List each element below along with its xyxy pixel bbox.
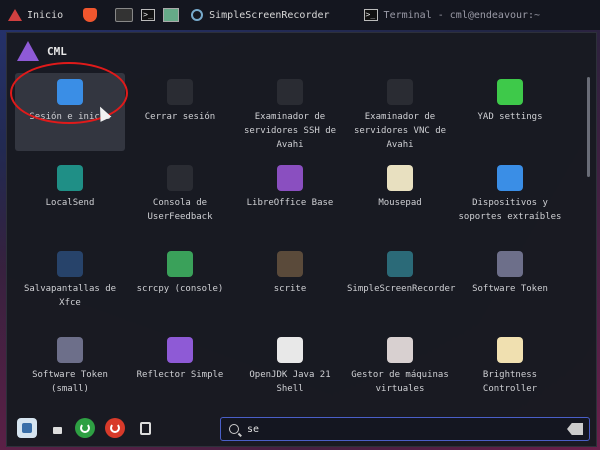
reflector-simple-icon: [167, 337, 193, 363]
app-label: LocalSend: [45, 198, 95, 208]
lock-screen-button[interactable]: [47, 418, 67, 438]
simplescreenrecorder-task-icon: [191, 9, 204, 21]
app-label: Mousepad: [378, 198, 422, 208]
clear-search-icon[interactable]: [567, 423, 583, 435]
avahi-ssh-icon: [277, 79, 303, 105]
app-label: Salvapantallas de Xfce: [23, 284, 117, 308]
localsend-icon: [57, 165, 83, 191]
app-label: OpenJDK Java 21 Shell: [249, 370, 331, 394]
app-grid: Sesión e inicio Cerrar sesión Examinador d…: [15, 73, 575, 411]
libreoffice-base-icon: [277, 165, 303, 191]
app-launcher-item[interactable]: YAD settings: [455, 73, 565, 124]
app-label: Examinador de servidores VNC de Avahi: [353, 112, 447, 150]
app-launcher-item[interactable]: Reflector Simple: [125, 331, 235, 382]
app-launcher-item[interactable]: Cerrar sesión: [125, 73, 235, 124]
restart-icon: [80, 423, 90, 433]
app-launcher-item[interactable]: LibreOffice Base: [235, 159, 345, 210]
openjdk-icon: [277, 337, 303, 363]
app-label: Cerrar sesión: [144, 112, 216, 122]
mousepad-icon: [387, 165, 413, 191]
userfeedback-icon: [167, 165, 193, 191]
brave-browser-icon[interactable]: [83, 8, 98, 22]
logout-button[interactable]: [135, 418, 155, 438]
app-label: Consola de UserFeedback: [147, 198, 213, 222]
menu-bottom-bar: [7, 410, 596, 446]
search-input[interactable]: [245, 422, 559, 436]
menu-logo-icon: [8, 9, 22, 21]
taskbar: Inicio >_ SimpleScreenRecorder >_ Termin…: [0, 0, 600, 30]
app-label: Software Token: [472, 284, 548, 294]
restart-button[interactable]: [75, 418, 95, 438]
settings-icon: [22, 423, 32, 433]
start-label: Inicio: [27, 9, 64, 21]
app-label: scrcpy (console): [136, 284, 224, 294]
app-label: Gestor de máquinas virtuales: [351, 370, 449, 394]
app-label: SimpleScreenRecorder: [347, 284, 456, 294]
cml-logo-icon: [17, 41, 39, 61]
shutdown-button[interactable]: [105, 418, 125, 438]
scrcpy-icon: [167, 251, 193, 277]
task-label: SimpleScreenRecorder: [209, 9, 330, 21]
scrite-icon: [277, 251, 303, 277]
settings-manager-button[interactable]: [17, 418, 37, 438]
app-label: Reflector Simple: [136, 370, 224, 380]
app-launcher-item[interactable]: Mousepad: [345, 159, 455, 210]
menu-header: CML: [17, 41, 67, 61]
lock-icon: [52, 427, 62, 434]
app-launcher-item[interactable]: Software Token: [455, 245, 565, 296]
app-launcher-item[interactable]: LocalSend: [15, 159, 125, 210]
app-launcher-item[interactable]: SimpleScreenRecorder: [345, 245, 455, 296]
usb-devices-icon: [497, 165, 523, 191]
terminal-launcher-icon[interactable]: >_: [141, 9, 156, 21]
app-label: scrite: [273, 284, 307, 294]
app-label: Examinador de servidores SSH de Avahi: [243, 112, 337, 150]
software-token-icon: [497, 251, 523, 277]
app-launcher-item[interactable]: scrite: [235, 245, 345, 296]
terminal-task-icon: >_: [363, 9, 378, 21]
app-launcher-item[interactable]: scrcpy (console): [125, 245, 235, 296]
logout-icon: [139, 421, 151, 435]
task-simplescreenrecorder[interactable]: SimpleScreenRecorder: [185, 0, 335, 30]
app-launcher-item[interactable]: Dispositivos y soportes extraíbles: [455, 159, 565, 224]
app-launcher-item[interactable]: OpenJDK Java 21 Shell: [235, 331, 345, 396]
scrollbar[interactable]: [587, 77, 590, 177]
app-launcher-item[interactable]: Examinador de servidores VNC de Avahi: [345, 73, 455, 152]
brightness-icon: [497, 337, 523, 363]
task-label: Terminal - cml@endeavour:~: [383, 9, 541, 21]
app-label: YAD settings: [477, 112, 543, 122]
task-terminal[interactable]: >_ Terminal - cml@endeavour:~: [358, 0, 547, 30]
yad-settings-icon: [497, 79, 523, 105]
app-label: LibreOffice Base: [246, 198, 334, 208]
image-viewer-icon[interactable]: [163, 8, 180, 22]
app-label: Software Token (small): [32, 370, 108, 394]
app-launcher-item[interactable]: Software Token (small): [15, 331, 125, 396]
avahi-vnc-icon: [387, 79, 413, 105]
virt-manager-icon: [387, 337, 413, 363]
simplescreenrecorder-icon: [387, 251, 413, 277]
app-launcher-item[interactable]: Consola de UserFeedback: [125, 159, 235, 224]
search-box[interactable]: [220, 417, 590, 441]
app-label: Brightness Controller: [482, 370, 538, 394]
search-icon: [229, 424, 239, 434]
software-token-small-icon: [57, 337, 83, 363]
app-launcher-item[interactable]: Brightness Controller: [455, 331, 565, 396]
app-launcher-item[interactable]: Gestor de máquinas virtuales: [345, 331, 455, 396]
screensaver-icon: [57, 251, 83, 277]
show-desktop-icon[interactable]: [115, 8, 134, 22]
app-label: Dispositivos y soportes extraíbles: [458, 198, 562, 222]
logout-icon: [167, 79, 193, 105]
power-icon: [110, 423, 120, 433]
menu-title: CML: [47, 44, 67, 58]
app-launcher-item[interactable]: Examinador de servidores SSH de Avahi: [235, 73, 345, 152]
app-launcher-item[interactable]: Salvapantallas de Xfce: [15, 245, 125, 310]
start-button[interactable]: Inicio: [0, 0, 71, 30]
